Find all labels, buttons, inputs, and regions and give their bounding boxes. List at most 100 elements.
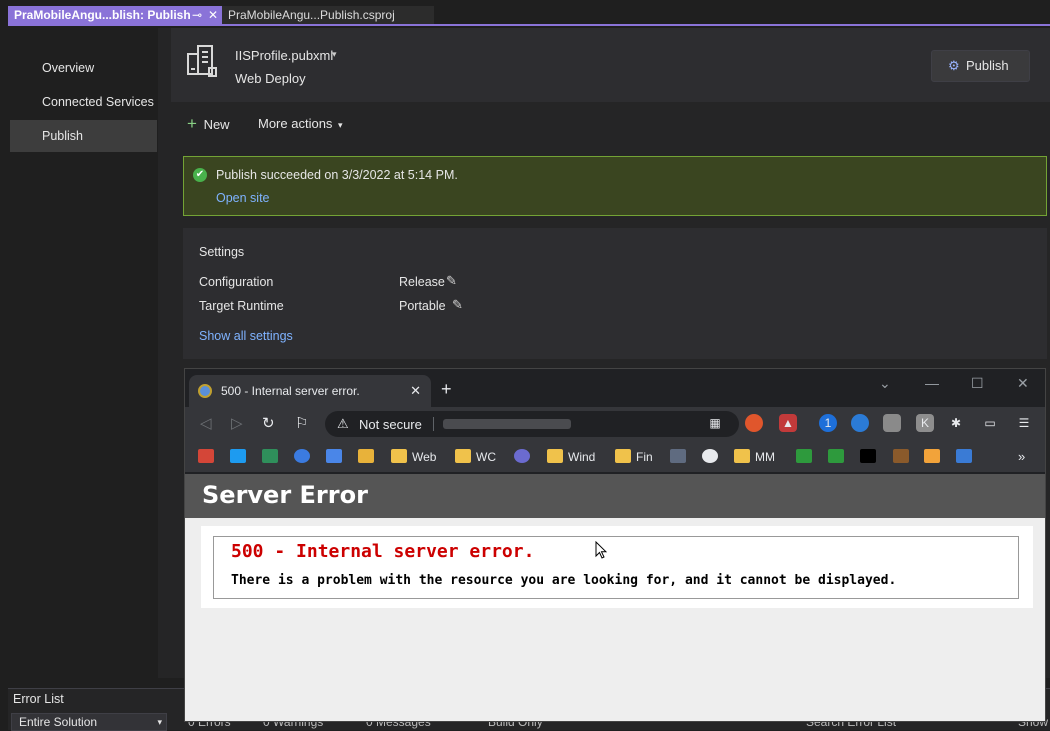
pin-icon[interactable]: ⊸ — [192, 6, 202, 24]
profile-type: Web Deploy — [235, 71, 306, 86]
profile-name[interactable]: IISProfile.pubxml — [235, 48, 333, 63]
close-icon[interactable]: ✕ — [208, 6, 218, 24]
window-close-icon[interactable]: ✕ — [1017, 375, 1029, 392]
tab-accent-line — [8, 24, 1050, 26]
doc-tab-csproj[interactable]: PraMobileAngu...Publish.csproj — [222, 6, 434, 24]
publish-left-nav: Overview Connected Services Publish — [8, 28, 158, 678]
plus-icon: + — [187, 114, 197, 133]
setting-label-target-runtime: Target Runtime — [199, 299, 284, 313]
notes-bookmark-icon[interactable] — [358, 448, 379, 466]
twitter-bookmark-icon[interactable] — [230, 448, 251, 466]
extension-sync-icon[interactable] — [851, 414, 869, 432]
tradingview-bookmark-icon[interactable] — [860, 448, 881, 466]
chevron-down-icon[interactable]: ▾ — [332, 49, 337, 60]
maximize-icon[interactable]: ☐ — [971, 375, 984, 392]
nav-item-overview[interactable]: Overview — [10, 52, 157, 84]
more-bookmarks-icon[interactable]: » — [1018, 448, 1025, 466]
error-box: 500 - Internal server error. There is a … — [213, 536, 1019, 599]
bookmark-folder-mm-label: MM — [755, 450, 775, 464]
edit-pencil-icon[interactable]: ✎ — [452, 297, 463, 313]
k-extension-icon[interactable]: K — [916, 414, 934, 432]
doc-tab-csproj-label: PraMobileAngu...Publish.csproj — [228, 8, 395, 22]
bookmark-folder-fin-label: Fin — [636, 450, 653, 464]
password-manager-icon[interactable]: 1 — [819, 414, 837, 432]
more-actions-label: More actions — [258, 116, 333, 131]
document-tab-strip: PraMobileAngu...blish: Publish ⊸ ✕ PraMo… — [0, 0, 1050, 26]
nav-item-publish[interactable]: Publish — [10, 120, 157, 152]
reload-icon[interactable]: ↻ — [262, 414, 275, 432]
boot-bookmark-icon[interactable] — [893, 448, 914, 466]
server-error-header: Server Error — [185, 474, 1045, 518]
browser-tab[interactable]: 500 - Internal server error. ✕ — [189, 375, 431, 407]
browser-window: 500 - Internal server error. ✕ + ⌄ — ☐ ✕… — [184, 368, 1046, 722]
more-actions-button[interactable]: More actions ▾ — [258, 110, 343, 138]
bookmark-folder-mm[interactable]: MM — [734, 448, 775, 466]
doc-tab-publish-label: PraMobileAngu...blish: Publish — [14, 8, 191, 22]
setting-value-target-runtime: Portable — [399, 299, 446, 313]
td-bookmark-icon[interactable] — [828, 448, 849, 466]
error-heading: 500 - Internal server error. — [231, 541, 535, 562]
error-detail: There is a problem with the resource you… — [231, 573, 897, 588]
open-site-link[interactable]: Open site — [216, 191, 270, 205]
bookmark-folder-web-label: Web — [412, 450, 437, 464]
publish-button[interactable]: ⚙ Publish — [931, 50, 1030, 82]
error-content: 500 - Internal server error. There is a … — [201, 526, 1033, 608]
setting-value-configuration: Release — [399, 275, 445, 289]
bookmark-folder-wind[interactable]: Wind — [547, 448, 595, 466]
folder-icon — [547, 449, 563, 463]
back-icon[interactable]: ◁ — [200, 414, 212, 432]
brave-rewards-icon[interactable]: ▲ — [779, 414, 797, 432]
chevron-down-icon: ▾ — [157, 717, 162, 727]
warning-icon: ⚠ — [337, 416, 349, 431]
checkmark-bookmark-icon[interactable] — [956, 448, 977, 466]
puzzle-icon[interactable]: ✱ — [947, 414, 965, 432]
globe-icon — [198, 384, 212, 398]
chevron-down-icon: ▾ — [338, 120, 343, 130]
close-icon[interactable]: ✕ — [410, 383, 421, 399]
error-scope-select[interactable]: Entire Solution ▾ — [11, 713, 167, 731]
folder-icon — [391, 449, 407, 463]
folder-icon — [615, 449, 631, 463]
browser-page-content: Server Error 500 - Internal server error… — [185, 474, 1045, 721]
calendar-bookmark-icon[interactable] — [262, 448, 283, 466]
td-bookmark-icon[interactable] — [796, 448, 817, 466]
translate-bookmark-icon[interactable] — [326, 448, 347, 466]
minimize-icon[interactable]: — — [925, 375, 939, 391]
profile-header: IISProfile.pubxml ▾ Web Deploy ⚙ Publish — [171, 28, 1050, 102]
address-bar[interactable]: ⚠ Not secure — [325, 411, 739, 437]
doc-tab-publish[interactable]: PraMobileAngu...blish: Publish ⊸ ✕ — [8, 6, 222, 24]
qr-code-icon[interactable]: ▦ — [706, 414, 724, 432]
new-tab-icon[interactable]: + — [441, 379, 452, 400]
nav-item-connected-services[interactable]: Connected Services — [10, 86, 157, 118]
github-bookmark-icon[interactable] — [702, 448, 723, 466]
security-indicator[interactable]: Not secure — [359, 417, 422, 432]
forward-icon[interactable]: ▷ — [231, 414, 243, 432]
contacts-bookmark-icon[interactable] — [294, 448, 315, 466]
publish-status-banner: ✔ Publish succeeded on 3/3/2022 at 5:14 … — [183, 156, 1047, 216]
site-bookmark-icon[interactable] — [514, 448, 535, 466]
show-all-settings-link[interactable]: Show all settings — [199, 329, 293, 343]
bookmark-folder-web[interactable]: Web — [391, 448, 436, 466]
publish-button-label: Publish — [966, 58, 1009, 73]
brave-shield-icon[interactable] — [745, 414, 763, 432]
bookmarks-bar: Web WC Wind Fin MM » — [185, 441, 1045, 473]
publish-icon: ⚙ — [948, 58, 960, 73]
chevron-bookmark-icon[interactable] — [924, 448, 945, 466]
bookmark-icon[interactable]: ⚐ — [295, 414, 308, 432]
wallet-icon[interactable]: ▭ — [981, 414, 999, 432]
menu-icon[interactable]: ☰ — [1015, 414, 1033, 432]
check-circle-icon: ✔ — [193, 168, 207, 182]
bookmark-folder-fin[interactable]: Fin — [615, 448, 653, 466]
bookmark-folder-wc[interactable]: WC — [455, 448, 496, 466]
edit-pencil-icon[interactable]: ✎ — [446, 273, 457, 289]
new-button[interactable]: + New — [187, 110, 230, 138]
comment-extension-icon[interactable] — [883, 414, 901, 432]
omnibox-divider — [433, 417, 434, 431]
setting-label-configuration: Configuration — [199, 275, 274, 289]
folder-icon — [455, 449, 471, 463]
gmail-bookmark-icon[interactable] — [198, 448, 219, 466]
mouse-cursor-icon — [595, 541, 607, 559]
chevron-down-icon[interactable]: ⌄ — [879, 375, 891, 392]
list-bookmark-icon[interactable] — [670, 448, 691, 466]
settings-title: Settings — [199, 245, 245, 259]
